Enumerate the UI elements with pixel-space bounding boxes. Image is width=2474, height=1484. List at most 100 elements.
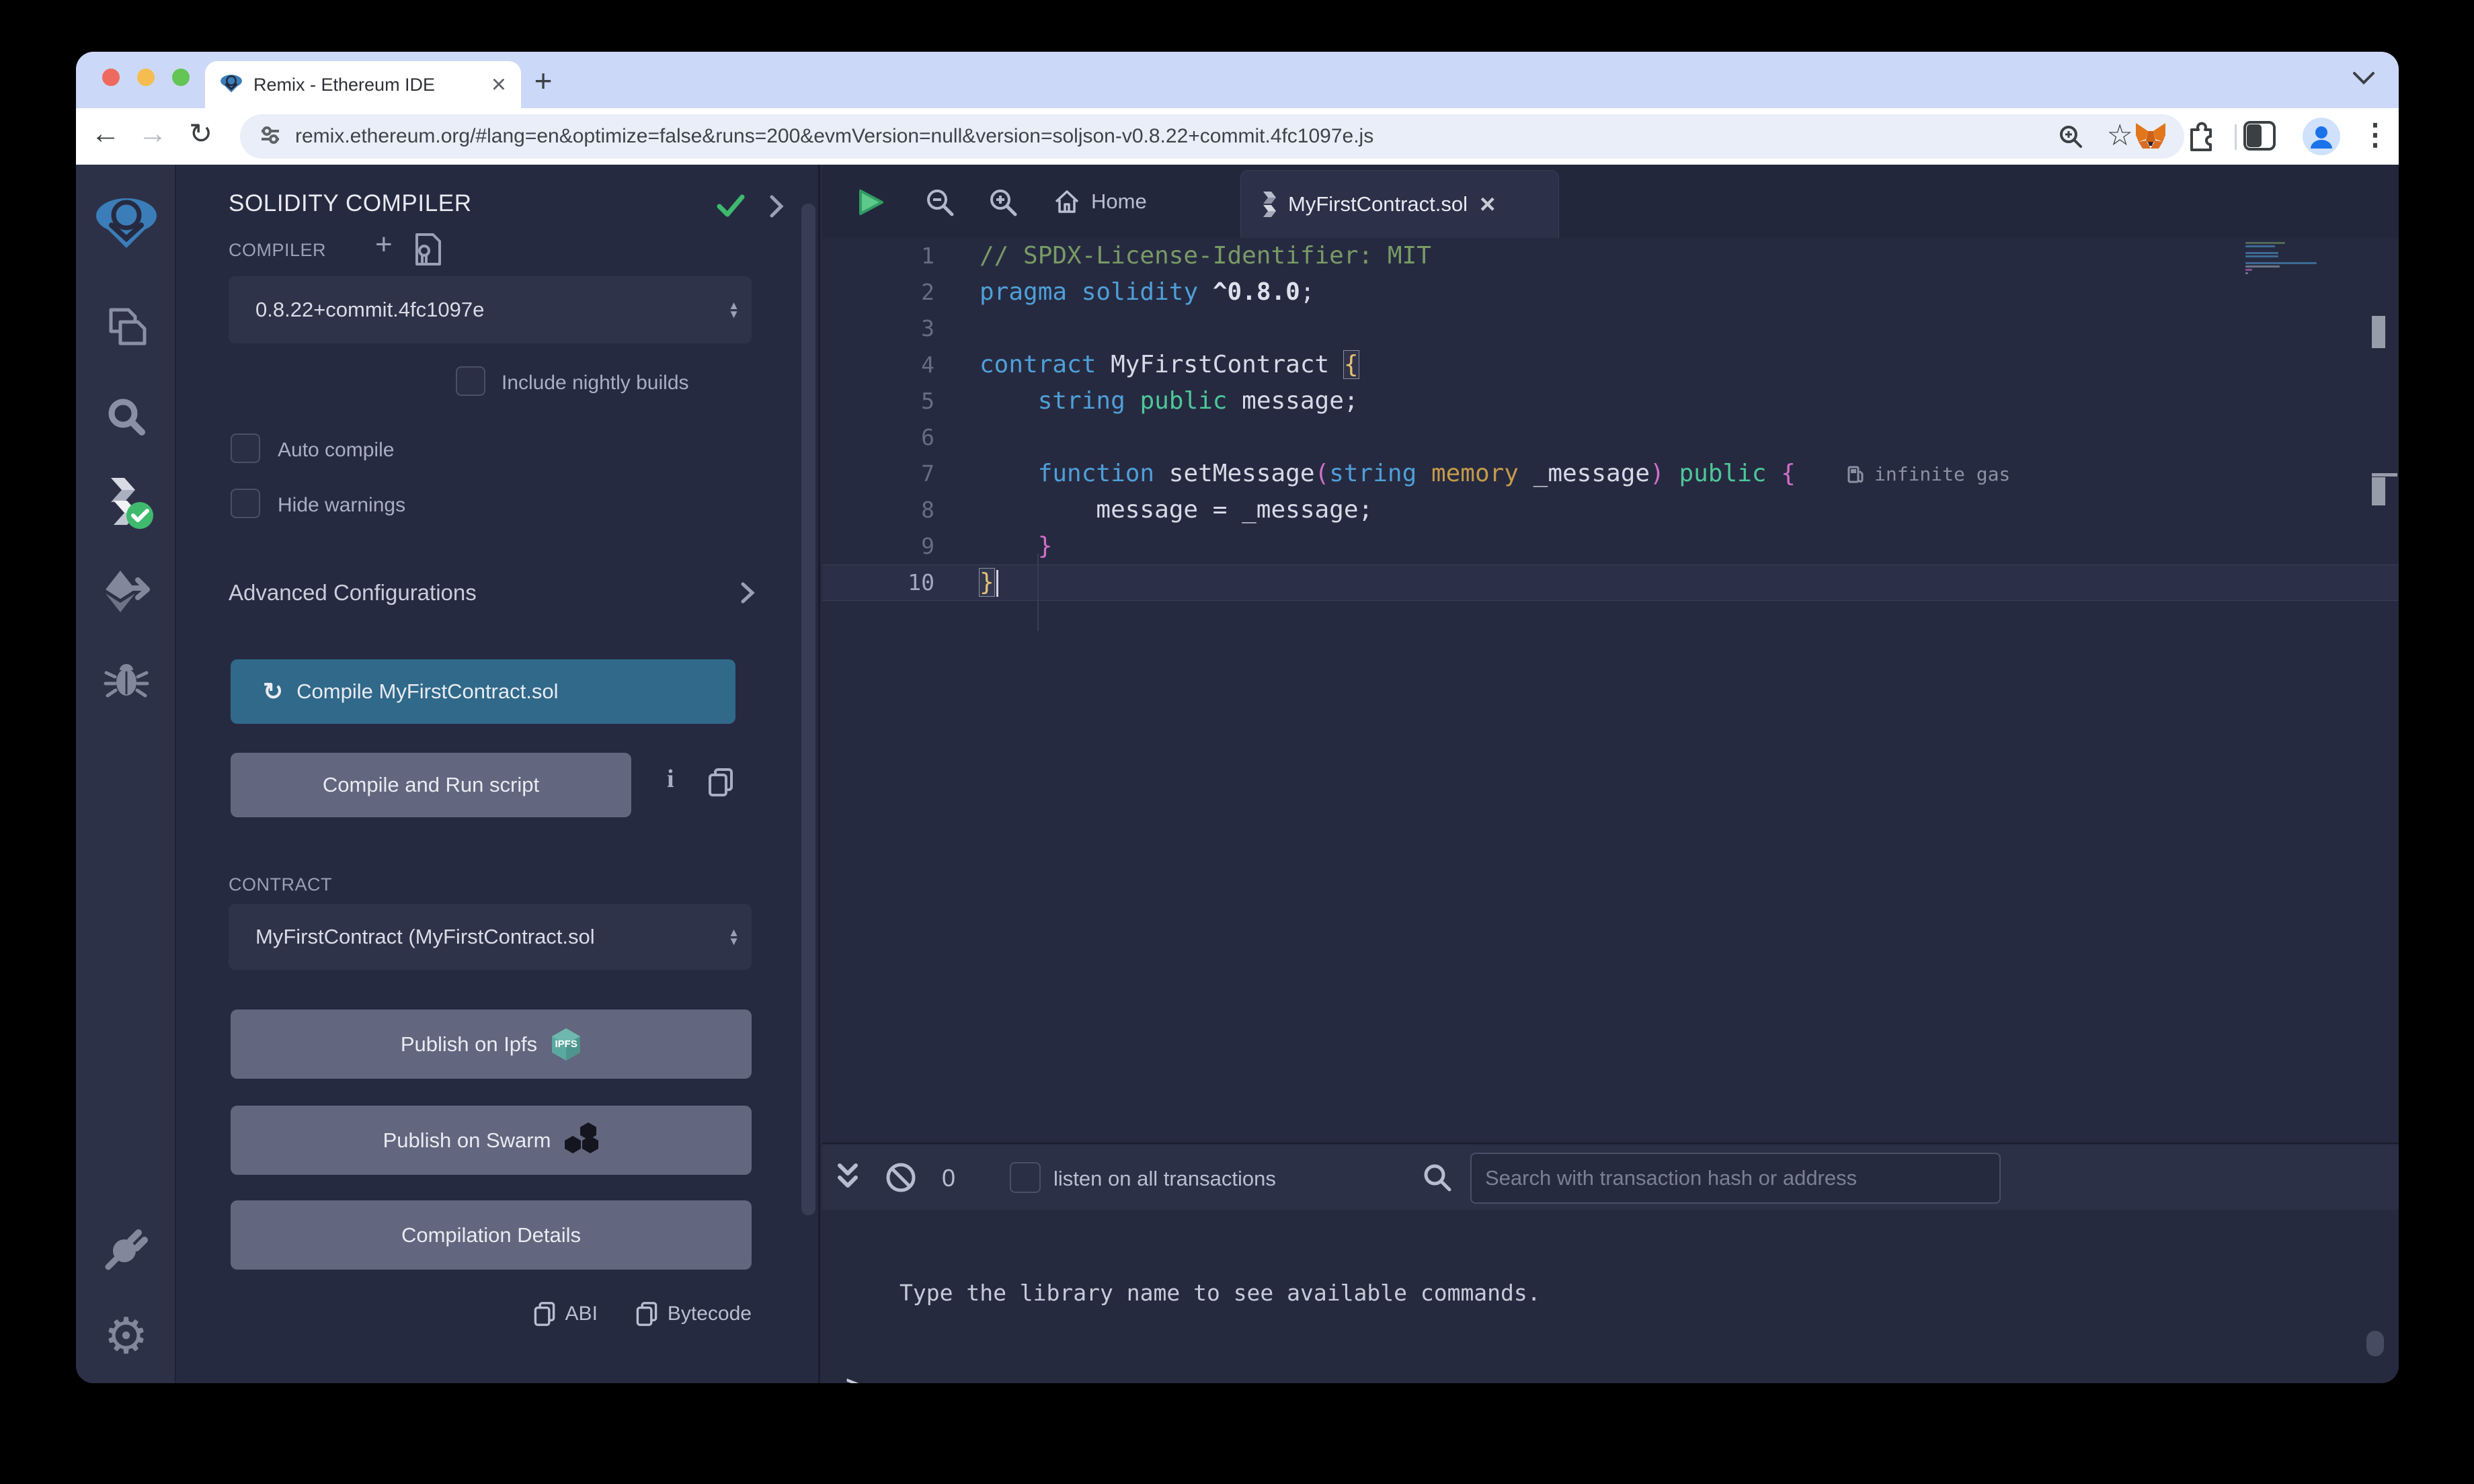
forward-button[interactable]: → — [138, 119, 167, 149]
side-panel-icon[interactable] — [2243, 120, 2276, 155]
url-text: remix.ethereum.org/#lang=en&optimize=fal… — [295, 125, 1373, 148]
compilation-details-button[interactable]: Compilation Details — [231, 1200, 752, 1270]
back-button[interactable]: ← — [91, 119, 120, 149]
auto-compile-checkbox[interactable] — [231, 434, 260, 463]
overview-ruler-block — [2372, 477, 2385, 505]
reload-button[interactable]: ↻ — [189, 120, 212, 148]
site-settings-icon[interactable] — [259, 124, 282, 150]
listen-transactions-label: listen on all transactions — [1053, 1167, 1276, 1191]
code-area[interactable]: 1// SPDX-License-Identifier: MIT2pragma … — [822, 238, 2399, 1143]
extensions-puzzle-icon[interactable] — [2182, 119, 2217, 157]
copy-abi-button[interactable]: ABI — [533, 1301, 598, 1327]
add-compiler-button[interactable]: + — [375, 228, 393, 261]
code-line: 1// SPDX-License-Identifier: MIT — [822, 238, 2399, 274]
publish-swarm-button[interactable]: Publish on Swarm — [231, 1106, 752, 1175]
solidity-compiler-panel: SOLIDITY COMPILER COMPILER + 0.8.22+comm… — [177, 165, 820, 1383]
metamask-extension-icon[interactable] — [2133, 119, 2168, 157]
traffic-zoom-button[interactable] — [172, 69, 190, 86]
remix-favicon-icon — [220, 73, 243, 97]
settings-gear-icon[interactable]: ⚙ — [76, 1307, 176, 1365]
compiler-label: COMPILER — [229, 240, 326, 261]
search-icon[interactable] — [76, 396, 176, 438]
solidity-compiler-icon[interactable] — [76, 478, 176, 530]
traffic-close-button[interactable] — [102, 69, 120, 86]
profile-avatar[interactable] — [2303, 118, 2340, 159]
minimap[interactable] — [2245, 242, 2373, 276]
solidity-file-icon — [1259, 192, 1276, 217]
terminal-search-icon — [1422, 1162, 1453, 1196]
run-script-play-icon[interactable] — [857, 188, 885, 220]
panel-title: SOLIDITY COMPILER — [229, 190, 472, 217]
contract-select[interactable]: MyFirstContract (MyFirstContract.sol ▲▼ — [229, 904, 752, 970]
auto-compile-label: Auto compile — [278, 439, 394, 462]
deploy-run-icon[interactable] — [76, 569, 176, 614]
new-tab-button[interactable]: + — [525, 63, 561, 99]
terminal-search-input[interactable] — [1470, 1153, 2001, 1204]
file-tab-close-icon[interactable]: × — [1480, 191, 1495, 218]
panel-scrollbar[interactable] — [801, 204, 815, 1215]
compile-success-check-icon — [715, 192, 746, 223]
compiler-version-value: 0.8.22+commit.4fc1097e — [255, 298, 728, 322]
compile-button[interactable]: ↻ Compile MyFirstContract.sol — [231, 659, 735, 724]
text-cursor — [996, 570, 998, 597]
code-line: 9 } — [822, 528, 2399, 565]
info-icon[interactable]: i — [667, 764, 674, 794]
code-line: 6 — [822, 419, 2399, 456]
listen-transactions-checkbox[interactable] — [1010, 1162, 1041, 1193]
browser-menu-icon[interactable]: ⋮ — [2360, 118, 2390, 152]
swarm-icon — [564, 1121, 599, 1160]
publish-swarm-label: Publish on Swarm — [383, 1128, 551, 1153]
copy-icon — [533, 1301, 556, 1327]
publish-ipfs-button[interactable]: Publish on Ipfs IPFS — [231, 1009, 752, 1079]
tab-myfirstcontract[interactable]: MyFirstContract.sol × — [1240, 170, 1559, 238]
address-bar[interactable]: remix.ethereum.org/#lang=en&optimize=fal… — [240, 114, 2184, 159]
tab-title: Remix - Ethereum IDE — [253, 75, 481, 95]
browser-tab[interactable]: Remix - Ethereum IDE × — [205, 61, 521, 108]
file-explorer-icon[interactable] — [76, 304, 176, 349]
plugin-manager-icon[interactable] — [76, 1224, 176, 1271]
zoom-in-icon[interactable] — [988, 187, 1019, 221]
home-icon — [1053, 188, 1080, 215]
terminal-toolbar: 0 listen on all transactions — [822, 1145, 2399, 1210]
terminal-scrollbar-thumb[interactable] — [2366, 1331, 2384, 1356]
clear-console-icon[interactable] — [884, 1161, 918, 1198]
tab-home[interactable]: Home — [1053, 165, 1147, 238]
remix-logo-icon[interactable] — [76, 194, 176, 251]
bookmark-star-icon[interactable]: ☆ — [2107, 118, 2133, 153]
editor-scrollbar-thumb[interactable] — [2372, 316, 2385, 348]
terminal-body[interactable]: Type the library name to see available c… — [822, 1210, 2399, 1383]
compile-and-run-button[interactable]: Compile and Run script — [231, 753, 631, 817]
compiler-version-select[interactable]: 0.8.22+commit.4fc1097e ▲▼ — [229, 276, 752, 343]
tab-close-icon[interactable]: × — [491, 72, 506, 97]
zoom-out-icon[interactable] — [924, 187, 955, 221]
license-icon[interactable] — [414, 232, 442, 270]
tab-search-icon[interactable] — [2352, 69, 2376, 89]
publish-ipfs-label: Publish on Ipfs — [401, 1032, 537, 1057]
code-lines: 1// SPDX-License-Identifier: MIT2pragma … — [822, 238, 2399, 601]
copy-bytecode-button[interactable]: Bytecode — [635, 1301, 752, 1327]
contract-label: CONTRACT — [229, 874, 332, 895]
traffic-minimize-button[interactable] — [137, 69, 155, 86]
debugger-bug-icon[interactable] — [76, 658, 176, 701]
editor-area: Home MyFirstContract.sol × 1// SPDX-Lice… — [822, 165, 2399, 1143]
collapse-terminal-icon[interactable] — [834, 1161, 861, 1196]
code-line: 4contract MyFirstContract { — [822, 347, 2399, 383]
include-nightly-checkbox[interactable] — [456, 366, 485, 396]
ipfs-icon: IPFS — [551, 1028, 582, 1061]
panel-chevron-right-icon[interactable] — [768, 194, 785, 222]
browser-toolbar: ← → ↻ remix.ethereum.org/#lang=en&optimi… — [76, 108, 2399, 165]
file-tab-label: MyFirstContract.sol — [1288, 192, 1468, 216]
code-line: 7 function setMessage(string memory _mes… — [822, 456, 2399, 492]
refresh-icon: ↻ — [263, 677, 283, 706]
zoom-page-icon[interactable] — [2058, 124, 2083, 153]
code-line: 2pragma solidity ^0.8.0; — [822, 274, 2399, 311]
overview-ruler-mark — [2372, 473, 2397, 477]
gas-annotation: infinite gas — [1847, 456, 2010, 492]
hide-warnings-checkbox[interactable] — [231, 489, 260, 518]
terminal-prompt: > — [846, 1370, 861, 1383]
code-line: 10} — [822, 565, 2399, 601]
copy-script-icon[interactable] — [707, 767, 734, 801]
advanced-config-toggle[interactable]: Advanced Configurations — [229, 580, 477, 606]
advanced-chevron-icon[interactable] — [740, 581, 756, 608]
compile-run-label: Compile and Run script — [323, 773, 539, 797]
